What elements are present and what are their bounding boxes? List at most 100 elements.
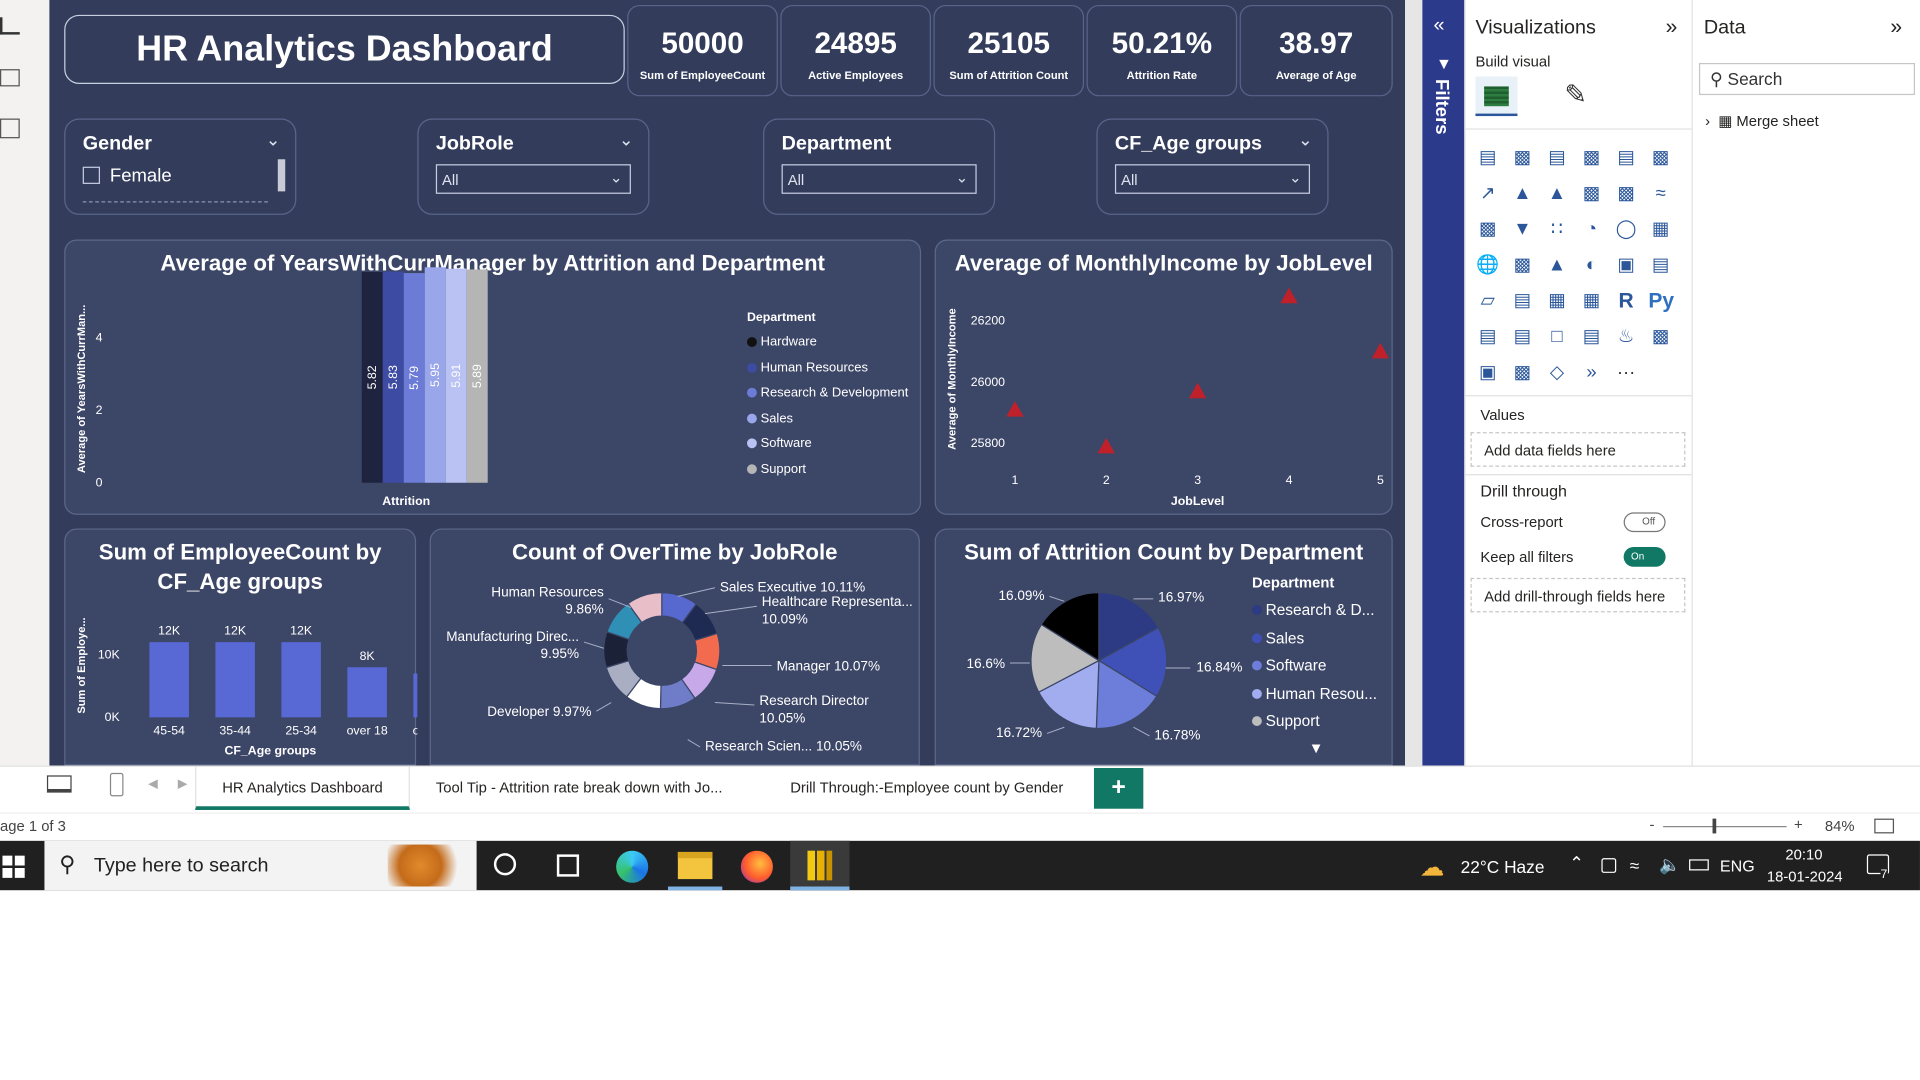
legend-item[interactable]: Research & Development [746, 380, 908, 405]
file-explorer-icon[interactable] [677, 851, 713, 880]
clock-time[interactable]: 20:10 [1785, 846, 1822, 863]
chevron-up-icon[interactable]: ⌃ [1569, 853, 1583, 874]
ribbon-chart-icon[interactable]: ≈ [1648, 182, 1673, 207]
legend-item[interactable]: Sales [1251, 624, 1377, 652]
task-view-icon[interactable] [556, 854, 580, 877]
100-bar-chart-icon[interactable]: ▤ [1614, 146, 1639, 171]
stacked-bar-chart-icon[interactable]: ▤ [1475, 146, 1500, 171]
kpi-attrition-count[interactable]: 25105 Sum of Attrition Count [933, 4, 1085, 97]
model-view-icon[interactable] [0, 118, 20, 139]
line-column-chart-icon[interactable]: ▩ [1579, 182, 1604, 207]
legend-item[interactable]: Research & D... [1251, 596, 1377, 624]
donut-chart-icon[interactable]: ◯ [1614, 217, 1639, 242]
slicer-scrollbar[interactable] [277, 159, 286, 192]
table-view-icon[interactable] [0, 69, 20, 87]
collapse-icon[interactable]: » [1666, 15, 1678, 40]
drill-through-drop-zone[interactable]: Add drill-through fields here [1470, 577, 1686, 613]
slicer-department[interactable]: Department All ⌄ [763, 118, 996, 215]
slicer-age-groups[interactable]: CF_Age groups ⌄ All ⌄ [1096, 118, 1329, 215]
data-search-input[interactable]: ⚲ Search [1698, 62, 1916, 96]
gauge-icon[interactable]: ◐ [1579, 253, 1604, 278]
r-visual-icon[interactable]: R [1614, 289, 1639, 314]
paginated-report-icon[interactable]: ▩ [1648, 325, 1673, 350]
battery-icon[interactable] [1689, 859, 1709, 871]
diamond-icon[interactable]: ◇ [1545, 361, 1570, 386]
slicer-jobrole[interactable]: JobRole ⌄ All ⌄ [417, 118, 650, 215]
chart-age-groups[interactable]: Sum of EmployeeCount by CF_Age groups Su… [64, 528, 418, 766]
slicer-gender[interactable]: Gender ⌄ Female [64, 118, 297, 215]
scatter-chart-icon[interactable]: ∷ [1545, 217, 1570, 242]
legend-item[interactable]: Software [746, 431, 908, 456]
slicer-icon[interactable]: ▤ [1510, 289, 1535, 314]
line-chart-icon[interactable]: ↗ [1475, 182, 1500, 207]
wifi-icon[interactable]: ≈ [1630, 856, 1639, 876]
kpi-icon[interactable]: ▱ [1475, 289, 1500, 314]
line-clustered-column-icon[interactable]: ▩ [1614, 182, 1639, 207]
matrix-icon[interactable]: ▦ [1579, 289, 1604, 314]
firefox-icon[interactable] [740, 850, 773, 883]
windows-start-icon[interactable] [2, 855, 25, 878]
meet-now-icon[interactable] [1601, 858, 1617, 873]
legend-item[interactable]: Hardware [746, 330, 908, 355]
power-apps-icon[interactable]: ▣ [1475, 361, 1500, 386]
clock-date[interactable]: 18-01-2024 [1767, 868, 1843, 885]
azure-map-icon[interactable]: ▲ [1545, 253, 1570, 278]
zoom-slider-thumb[interactable] [1712, 818, 1717, 834]
filled-map-icon[interactable]: ▩ [1510, 253, 1535, 278]
clustered-bar-chart-icon[interactable]: ▤ [1545, 146, 1570, 171]
goals-icon[interactable]: ♨ [1614, 325, 1639, 350]
legend-item[interactable]: Software [1251, 652, 1377, 680]
more-visuals-icon[interactable]: ··· [1614, 361, 1639, 386]
clustered-column-chart-icon[interactable]: ▩ [1579, 146, 1604, 171]
decomposition-tree-icon[interactable]: ▤ [1510, 325, 1535, 350]
kpi-attrition-rate[interactable]: 50.21% Attrition Rate [1086, 4, 1238, 97]
legend-item[interactable]: Human Resou... [1251, 680, 1377, 708]
chevron-down-icon[interactable]: ⌄ [619, 130, 633, 151]
report-view-icon[interactable] [0, 17, 20, 35]
tab-scroll-right-icon[interactable]: ▶ [178, 778, 188, 792]
expand-icon[interactable]: « [1433, 15, 1444, 37]
filters-pane-collapsed[interactable]: « ▼ Filters [1422, 0, 1465, 766]
treemap-icon[interactable]: ▦ [1648, 217, 1673, 242]
kpi-employee-count[interactable]: 50000 Sum of EmployeeCount [627, 4, 778, 97]
zoom-out-button[interactable]: - [1650, 816, 1655, 833]
area-chart-icon[interactable]: ▲ [1510, 182, 1535, 207]
waterfall-chart-icon[interactable]: ▩ [1475, 217, 1500, 242]
age-dropdown[interactable]: All ⌄ [1114, 164, 1311, 194]
tab-drill-through[interactable]: Drill Through:-Employee count by Gender [790, 766, 1091, 810]
format-visual-icon[interactable]: ✎ [1564, 79, 1587, 111]
taskbar-search[interactable]: ⚲ Type here to search [44, 840, 477, 891]
cross-report-toggle[interactable]: Off [1623, 512, 1666, 533]
100-column-chart-icon[interactable]: ▩ [1648, 146, 1673, 171]
zoom-in-button[interactable]: + [1794, 816, 1803, 833]
qa-icon[interactable]: □ [1545, 325, 1570, 350]
values-drop-zone[interactable]: Add data fields here [1470, 432, 1686, 467]
stacked-column-chart-icon[interactable]: ▩ [1510, 146, 1535, 171]
table-icon[interactable]: ▦ [1545, 289, 1570, 314]
chart-attrition-department[interactable]: Sum of Attrition Count by Department 16.… [934, 528, 1393, 766]
map-icon[interactable]: 🌐 [1475, 253, 1500, 278]
stacked-area-chart-icon[interactable]: ▲ [1545, 182, 1570, 207]
power-automate-icon[interactable]: ▩ [1510, 361, 1535, 386]
desktop-layout-icon[interactable] [46, 775, 72, 793]
tab-tooltip[interactable]: Tool Tip - Attrition rate break down wit… [436, 766, 755, 810]
chart-years-with-manager[interactable]: Average of YearsWithCurrManager by Attri… [64, 239, 922, 515]
speaker-icon[interactable]: 🔈 [1659, 854, 1681, 875]
powerbi-taskbar-button[interactable] [790, 840, 850, 891]
jobrole-dropdown[interactable]: All ⌄ [435, 164, 631, 194]
kpi-average-age[interactable]: 38.97 Average of Age [1239, 4, 1393, 97]
chart-overtime-jobrole[interactable]: Count of OverTime by JobRole Sales Execu… [429, 528, 920, 766]
smart-narrative-icon[interactable]: ▤ [1579, 325, 1604, 350]
zoom-slider[interactable] [1663, 826, 1787, 828]
kpi-active-employees[interactable]: 24895 Active Employees [780, 4, 931, 97]
chevron-down-icon[interactable]: ⌄ [266, 130, 280, 151]
build-visual-tab[interactable] [1475, 76, 1518, 117]
tab-scroll-left-icon[interactable]: ◀ [148, 778, 158, 792]
cortana-icon[interactable] [493, 853, 517, 876]
chevron-icon[interactable]: » [1579, 361, 1604, 386]
add-page-button[interactable]: + [1093, 767, 1144, 809]
table-item[interactable]: › ▦ Merge sheet [1705, 112, 1819, 129]
tab-hr-dashboard[interactable]: HR Analytics Dashboard [195, 765, 410, 810]
weather-text[interactable]: 22°C Haze [1461, 857, 1545, 877]
collapse-icon[interactable]: » [1890, 15, 1902, 40]
